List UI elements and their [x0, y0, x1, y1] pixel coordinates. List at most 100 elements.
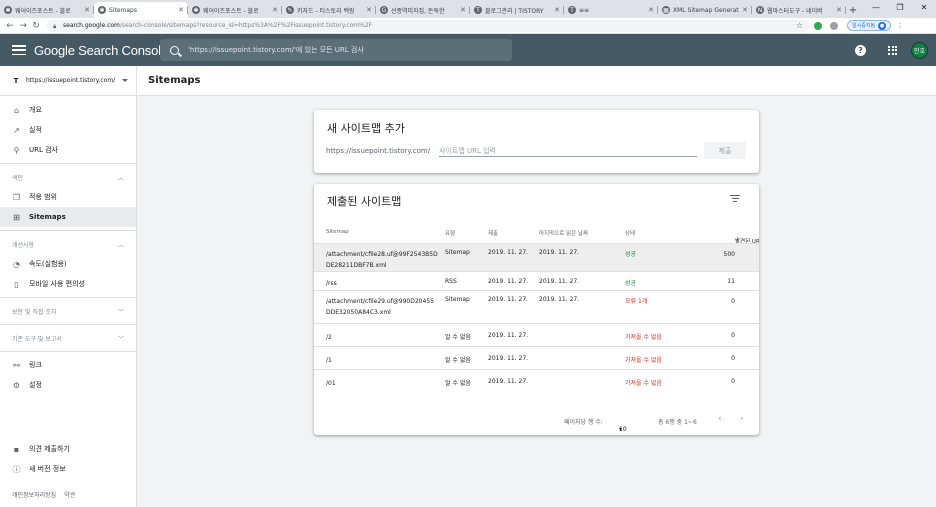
sidebar-item-mobile-usability[interactable]: ▯ 모바일 사용 편의성: [0, 274, 136, 294]
table-row[interactable]: /attachment/cfile28.uf@99F2543B5DDE28211…: [314, 243, 759, 271]
table-row[interactable]: /01 알 수 없음 2019. 11. 27. 가져올 수 없음 0: [314, 369, 759, 392]
tab-close-icon[interactable]: ✕: [742, 6, 748, 14]
browser-menu-icon[interactable]: ⋮: [893, 20, 907, 32]
tab-close-icon[interactable]: ✕: [460, 6, 466, 14]
tab-close-icon[interactable]: ✕: [366, 6, 372, 14]
footer-links: 개인정보처리방침 약관: [12, 490, 75, 499]
sidebar-item-settings[interactable]: ⚙ 설정: [0, 375, 136, 395]
tab-favicon-icon: T: [568, 6, 576, 14]
cell-discovered-urls: 0: [731, 378, 735, 385]
divider: [0, 324, 136, 325]
window-controls: — ❐ ✕: [864, 0, 936, 18]
cell-discovered-urls: 0: [731, 332, 735, 339]
cell-type: 알 수 없음: [445, 380, 471, 387]
column-header-sitemap[interactable]: Sitemap: [326, 229, 349, 235]
new-tab-button[interactable]: +: [846, 2, 860, 18]
terms-link[interactable]: 약관: [64, 490, 75, 499]
next-page-icon[interactable]: ›: [740, 414, 744, 424]
cell-sitemap: /2: [326, 334, 332, 341]
close-window-button[interactable]: ✕: [912, 0, 936, 14]
table-row[interactable]: /rss RSS 2019. 11. 27. 2019. 11. 27. 성공 11: [314, 271, 759, 290]
sidebar: T https://issuepoint.tistory.com/ ⌂ 개요 ↗ 실…: [0, 66, 137, 507]
tab-close-icon[interactable]: ✕: [554, 6, 560, 14]
sidebar-item-links[interactable]: ⚯ 링크: [0, 355, 136, 375]
browser-tab[interactable]: G 선종역피자집, 돈독한 ✕: [376, 2, 470, 18]
sidebar-item-coverage[interactable]: ❐ 적용 범위: [0, 187, 136, 207]
submit-button[interactable]: 제출: [704, 142, 746, 159]
address-bar[interactable]: 🔒︎ search.google.com/search-console/site…: [47, 19, 809, 32]
address-url: search.google.com/search-console/sitemap…: [63, 22, 373, 29]
browser-tab[interactable]: N 웹마스터도구 - 네이버 ✕: [752, 2, 846, 18]
tab-close-icon[interactable]: ✕: [272, 6, 278, 14]
property-selector[interactable]: T https://issuepoint.tistory.com/: [0, 66, 136, 96]
tab-title: 웹마스터도구 - 네이버: [767, 7, 823, 15]
tab-favicon-icon: ✎: [286, 6, 294, 14]
column-header-status[interactable]: 상태: [625, 229, 635, 237]
browser-tab[interactable]: ✱ 웨어이즈포스트 - 블로 ✕: [0, 2, 94, 18]
cell-status: 가져올 수 없음: [625, 357, 662, 364]
hamburger-menu-icon[interactable]: [12, 45, 26, 55]
extension-icon[interactable]: [811, 20, 825, 32]
browser-tab[interactable]: ✎ 키자드 - 티스토리 백링 ✕: [282, 2, 376, 18]
bookmark-star-icon[interactable]: ☆: [796, 21, 803, 30]
forward-icon[interactable]: →: [17, 20, 29, 32]
browser-toolbar: ← → ↻ 🔒︎ search.google.com/search-consol…: [0, 18, 936, 34]
back-icon[interactable]: ←: [4, 20, 16, 32]
browser-tab[interactable]: T 블로그관리 | TISTORY ✕: [470, 2, 564, 18]
filter-icon[interactable]: [730, 195, 740, 202]
prev-page-icon[interactable]: ‹: [718, 414, 722, 424]
browser-tab[interactable]: ✱ 웨어이즈포스트 - 블로 ✕: [188, 2, 282, 18]
section-security-header[interactable]: 보안 및 직접 조치 ﹀: [0, 301, 136, 321]
table-row[interactable]: /attachment/cfile29.uf@990D20455DDE32050…: [314, 290, 759, 323]
tab-close-icon[interactable]: ✕: [84, 6, 90, 14]
browser-tab[interactable]: ✱ Sitemaps ✕: [94, 2, 188, 18]
browser-tab[interactable]: ▦ XML Sitemap Generat ✕: [658, 2, 752, 18]
sidebar-item-overview[interactable]: ⌂ 개요: [0, 100, 136, 120]
cell-submitted: 2019. 11. 27.: [488, 378, 529, 385]
table-row[interactable]: /1 알 수 없음 2019. 11. 27. 가져올 수 없음 0: [314, 346, 759, 369]
column-header-last-read[interactable]: 마지막으로 읽은 날짜: [539, 229, 588, 237]
cell-status: 성공: [625, 280, 637, 287]
sidebar-item-url-inspection[interactable]: ⚲ URL 검사: [0, 140, 136, 160]
sidebar-item-sitemaps[interactable]: ⊞ Sitemaps: [0, 207, 136, 227]
trending-up-icon: ↗: [13, 125, 20, 135]
browser-tab[interactable]: T ≡≡ ✕: [564, 2, 658, 18]
sidebar-item-whats-new[interactable]: ⓘ 새 버전 정보: [0, 459, 136, 479]
minimize-button[interactable]: —: [864, 0, 888, 14]
sync-paused-button[interactable]: 일시중지됨 ●: [847, 20, 892, 31]
submitted-sitemaps-card: 제출된 사이트맵 Sitemap 유형 제출 마지막으로 읽은 날짜 상태 ↓ …: [314, 184, 759, 435]
sidebar-item-speed[interactable]: ◔ 속도(실험용): [0, 254, 136, 274]
app-header: Google Search Console 'https://issuepoin…: [0, 34, 936, 66]
sidebar-item-feedback[interactable]: ▪ 의견 제출하기: [0, 439, 136, 459]
privacy-link[interactable]: 개인정보처리방침: [12, 490, 56, 499]
reload-icon[interactable]: ↻: [30, 20, 42, 32]
section-legacy-header[interactable]: 기존 도구 및 보고서 ﹀: [0, 328, 136, 348]
sidebar-item-performance[interactable]: ↗ 실적: [0, 120, 136, 140]
divider: [0, 163, 136, 164]
help-icon[interactable]: ?: [855, 44, 866, 56]
pagination-range: 총 6행 중 1~6: [658, 419, 697, 426]
tistory-icon: T: [13, 76, 19, 85]
tab-close-icon[interactable]: ✕: [836, 6, 842, 14]
section-enhancements-header[interactable]: 개선사항 ︿: [0, 234, 136, 254]
sitemaps-table-body: /attachment/cfile28.uf@99F2543B5DDE28211…: [314, 243, 759, 392]
cell-status: 가져올 수 없음: [625, 334, 662, 341]
avatar[interactable]: 민호: [911, 41, 928, 59]
product-logo[interactable]: Google Search Console: [34, 43, 168, 58]
sitemap-url-input[interactable]: [439, 145, 697, 157]
chevron-down-icon: ﹀: [117, 308, 124, 316]
maximize-button[interactable]: ❐: [888, 0, 912, 14]
sitemap-url-prefix: https://issuepoint.tistory.com/: [326, 147, 431, 155]
section-index-header[interactable]: 색인 ︿: [0, 167, 136, 187]
tab-close-icon[interactable]: ✕: [648, 6, 654, 14]
extension-icon[interactable]: [827, 20, 841, 32]
column-header-submitted[interactable]: 제출: [488, 229, 498, 237]
url-inspect-search[interactable]: 'https://issuepoint.tistory.com/'에 있는 모든…: [160, 39, 512, 61]
tab-favicon-icon: ✱: [4, 6, 12, 14]
column-header-type[interactable]: 유형: [445, 229, 455, 237]
table-row[interactable]: /2 알 수 없음 2019. 11. 27. 가져올 수 없음 0: [314, 323, 759, 346]
tab-close-icon[interactable]: ✕: [178, 6, 184, 14]
sitemap-icon: ⊞: [13, 212, 20, 222]
links-icon: ⚯: [13, 360, 20, 370]
apps-grid-icon[interactable]: [888, 45, 897, 55]
